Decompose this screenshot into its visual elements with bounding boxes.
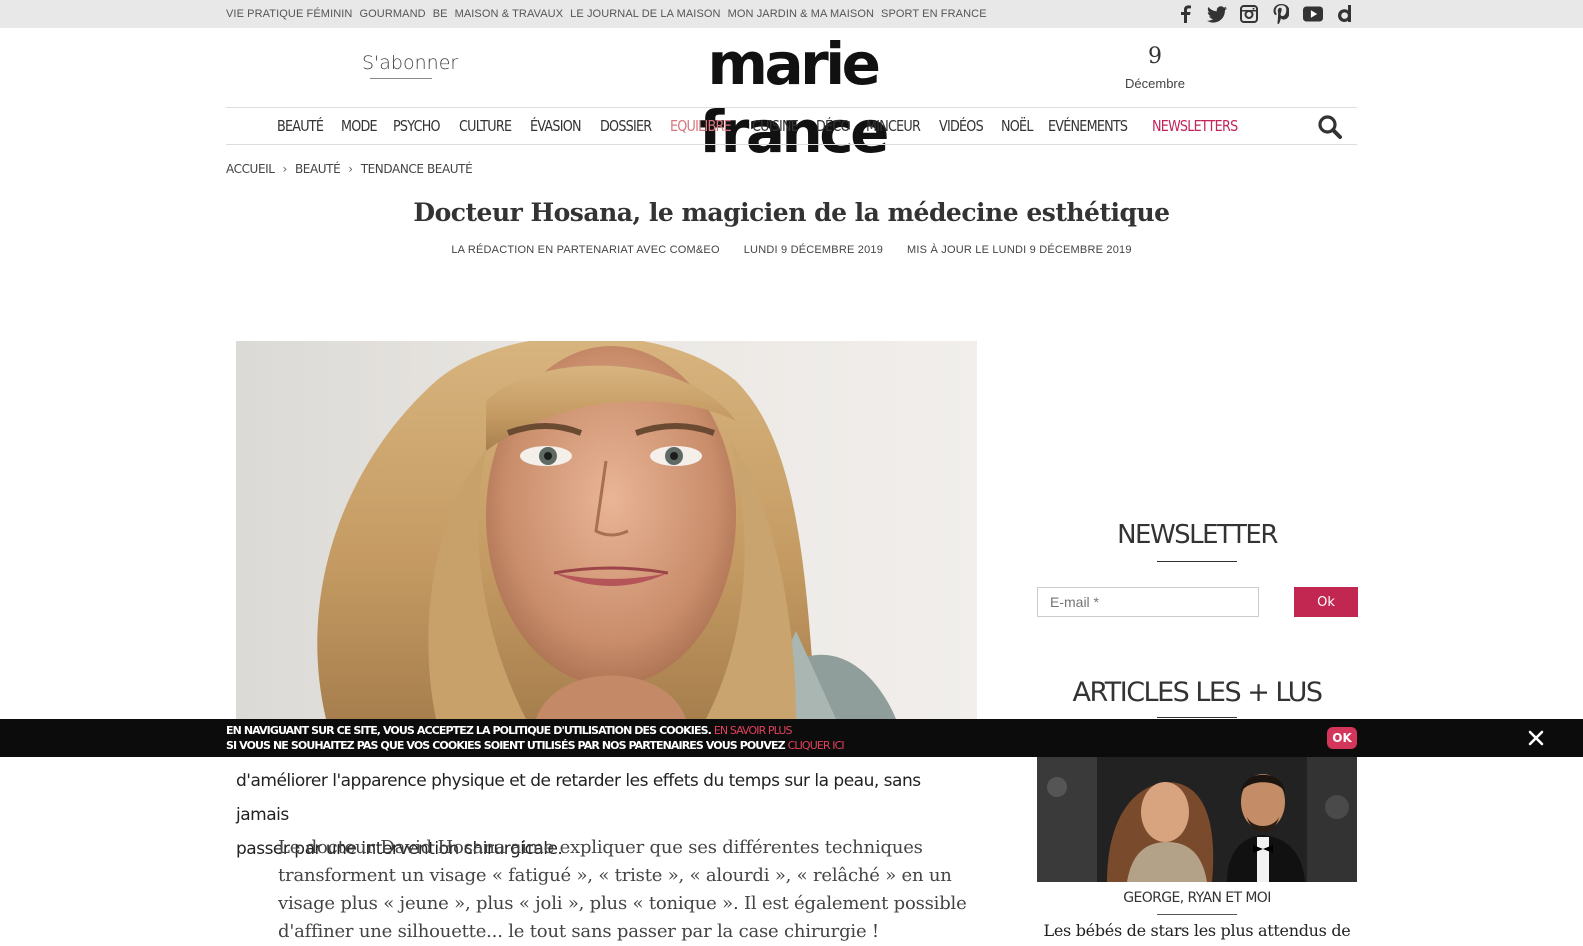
breadcrumb-tendance[interactable]: TENDANCE BEAUTÉ (361, 162, 473, 176)
breadcrumb-home[interactable]: ACCUEIL (226, 162, 275, 176)
newsletter-email-input[interactable] (1037, 587, 1259, 617)
twitter-icon[interactable] (1207, 3, 1227, 25)
network-link[interactable]: Maison & Travaux (455, 8, 564, 20)
pinterest-icon[interactable] (1271, 3, 1291, 25)
nav-item-videos[interactable]: VIDÉOS (939, 117, 984, 135)
network-link[interactable]: Gourmand (359, 8, 425, 20)
network-link[interactable]: Vie Pratique Féminin (226, 8, 352, 20)
cookie-banner: En naviguant sur ce site, vous acceptez … (0, 719, 1583, 757)
popular-article-headline[interactable]: Les bébés de stars les plus attendus de (1037, 921, 1357, 940)
breadcrumb: ACCUEIL › BEAUTÉ › TENDANCE BEAUTÉ (226, 162, 473, 176)
popular-tag-underline (1157, 914, 1237, 915)
newsletter-title: NEWSLETTER (1117, 520, 1278, 550)
article-updated: MIS À JOUR LE LUNDI 9 DÉCEMBRE 2019 (907, 244, 1132, 256)
article-author: LA RÉDACTION EN PARTENARIAT AVEC COM&EO (451, 244, 720, 256)
network-link[interactable]: Mon Jardin & Ma Maison (728, 8, 874, 20)
site-logo[interactable]: marie france (625, 30, 960, 166)
facebook-icon[interactable] (1175, 3, 1195, 25)
dailymotion-icon[interactable] (1335, 3, 1355, 25)
popular-article-image[interactable] (1037, 757, 1357, 882)
cookie-message: Si vous ne souhaitez pas que vos cookies… (226, 739, 786, 752)
network-links: Vie Pratique Féminin Gourmand BE Maison … (226, 0, 987, 28)
popular-articles-title: ARTICLES LES + LUS (1072, 677, 1323, 708)
nav-items: BEAUTÉ MODE PSYCHO CULTURE ÉVASION DOSSI… (277, 108, 1242, 144)
instagram-icon[interactable] (1239, 3, 1259, 25)
cookie-click-here-link[interactable]: cliquer ici (788, 739, 845, 752)
article-meta: LA RÉDACTION EN PARTENARIAT AVEC COM&EO … (226, 244, 1357, 256)
nav-item-equilibre[interactable]: EQUILIBRE (670, 117, 732, 135)
nav-item-cuisine[interactable]: CUISINE (752, 117, 799, 135)
date-day: 9 (1148, 44, 1162, 69)
article-hero-image (236, 341, 977, 719)
search-icon[interactable] (1317, 114, 1343, 145)
cookie-ok-button[interactable]: OK (1327, 727, 1357, 749)
nav-item-newsletters[interactable]: NEWSLETTERS (1152, 117, 1238, 135)
cookie-learn-more-link[interactable]: En savoir plus (714, 724, 793, 737)
nav-item-dossier[interactable]: DOSSIER (600, 117, 652, 135)
article-body: Le docteur David Hosana aime expliquer q… (278, 837, 967, 942)
popular-title-underline (1157, 717, 1237, 718)
nav-item-culture[interactable]: CULTURE (459, 117, 512, 135)
youtube-icon[interactable] (1303, 3, 1323, 25)
nav-item-evasion[interactable]: ÉVASION (530, 117, 582, 135)
newsletter-ok-button[interactable]: Ok (1294, 587, 1358, 617)
article-title: Docteur Hosana, le magicien de la médeci… (413, 198, 1170, 227)
network-link[interactable]: Le Journal de la Maison (570, 8, 720, 20)
article-lead-line: d'améliorer l'apparence physique et de r… (236, 771, 921, 825)
close-icon[interactable] (1524, 726, 1548, 750)
social-links (1175, 3, 1355, 25)
nav-item-psycho[interactable]: PSYCHO (393, 117, 441, 135)
network-link[interactable]: BE (433, 8, 448, 20)
main-nav: BEAUTÉ MODE PSYCHO CULTURE ÉVASION DOSSI… (226, 107, 1357, 145)
nav-item-mode[interactable]: MODE (341, 117, 378, 135)
date-month: Décembre (1125, 76, 1185, 91)
breadcrumb-beaute[interactable]: BEAUTÉ (295, 162, 341, 176)
breadcrumb-separator: › (348, 162, 353, 176)
cookie-text: En naviguant sur ce site, vous acceptez … (226, 723, 845, 753)
nav-item-deco[interactable]: DÉCO (816, 117, 851, 135)
subscribe-link[interactable]: S'abonner (362, 52, 458, 74)
network-link[interactable]: Sport en France (881, 8, 987, 20)
article-date: LUNDI 9 DÉCEMBRE 2019 (743, 244, 884, 256)
breadcrumb-separator: › (282, 162, 288, 176)
top-bar: Vie Pratique Féminin Gourmand BE Maison … (0, 0, 1583, 28)
nav-item-beaute[interactable]: BEAUTÉ (277, 117, 324, 135)
newsletter-title-underline (1157, 561, 1237, 562)
subscribe-underline (370, 78, 432, 79)
nav-item-noel[interactable]: NOËL (1001, 117, 1033, 135)
cookie-message: En naviguant sur ce site, vous acceptez … (226, 724, 712, 737)
nav-item-minceur[interactable]: MINCEUR (866, 117, 921, 135)
nav-item-evenements[interactable]: EVÉNEMENTS (1048, 117, 1128, 135)
popular-article-tag[interactable]: GEORGE, RYAN ET MOI (1037, 890, 1357, 906)
